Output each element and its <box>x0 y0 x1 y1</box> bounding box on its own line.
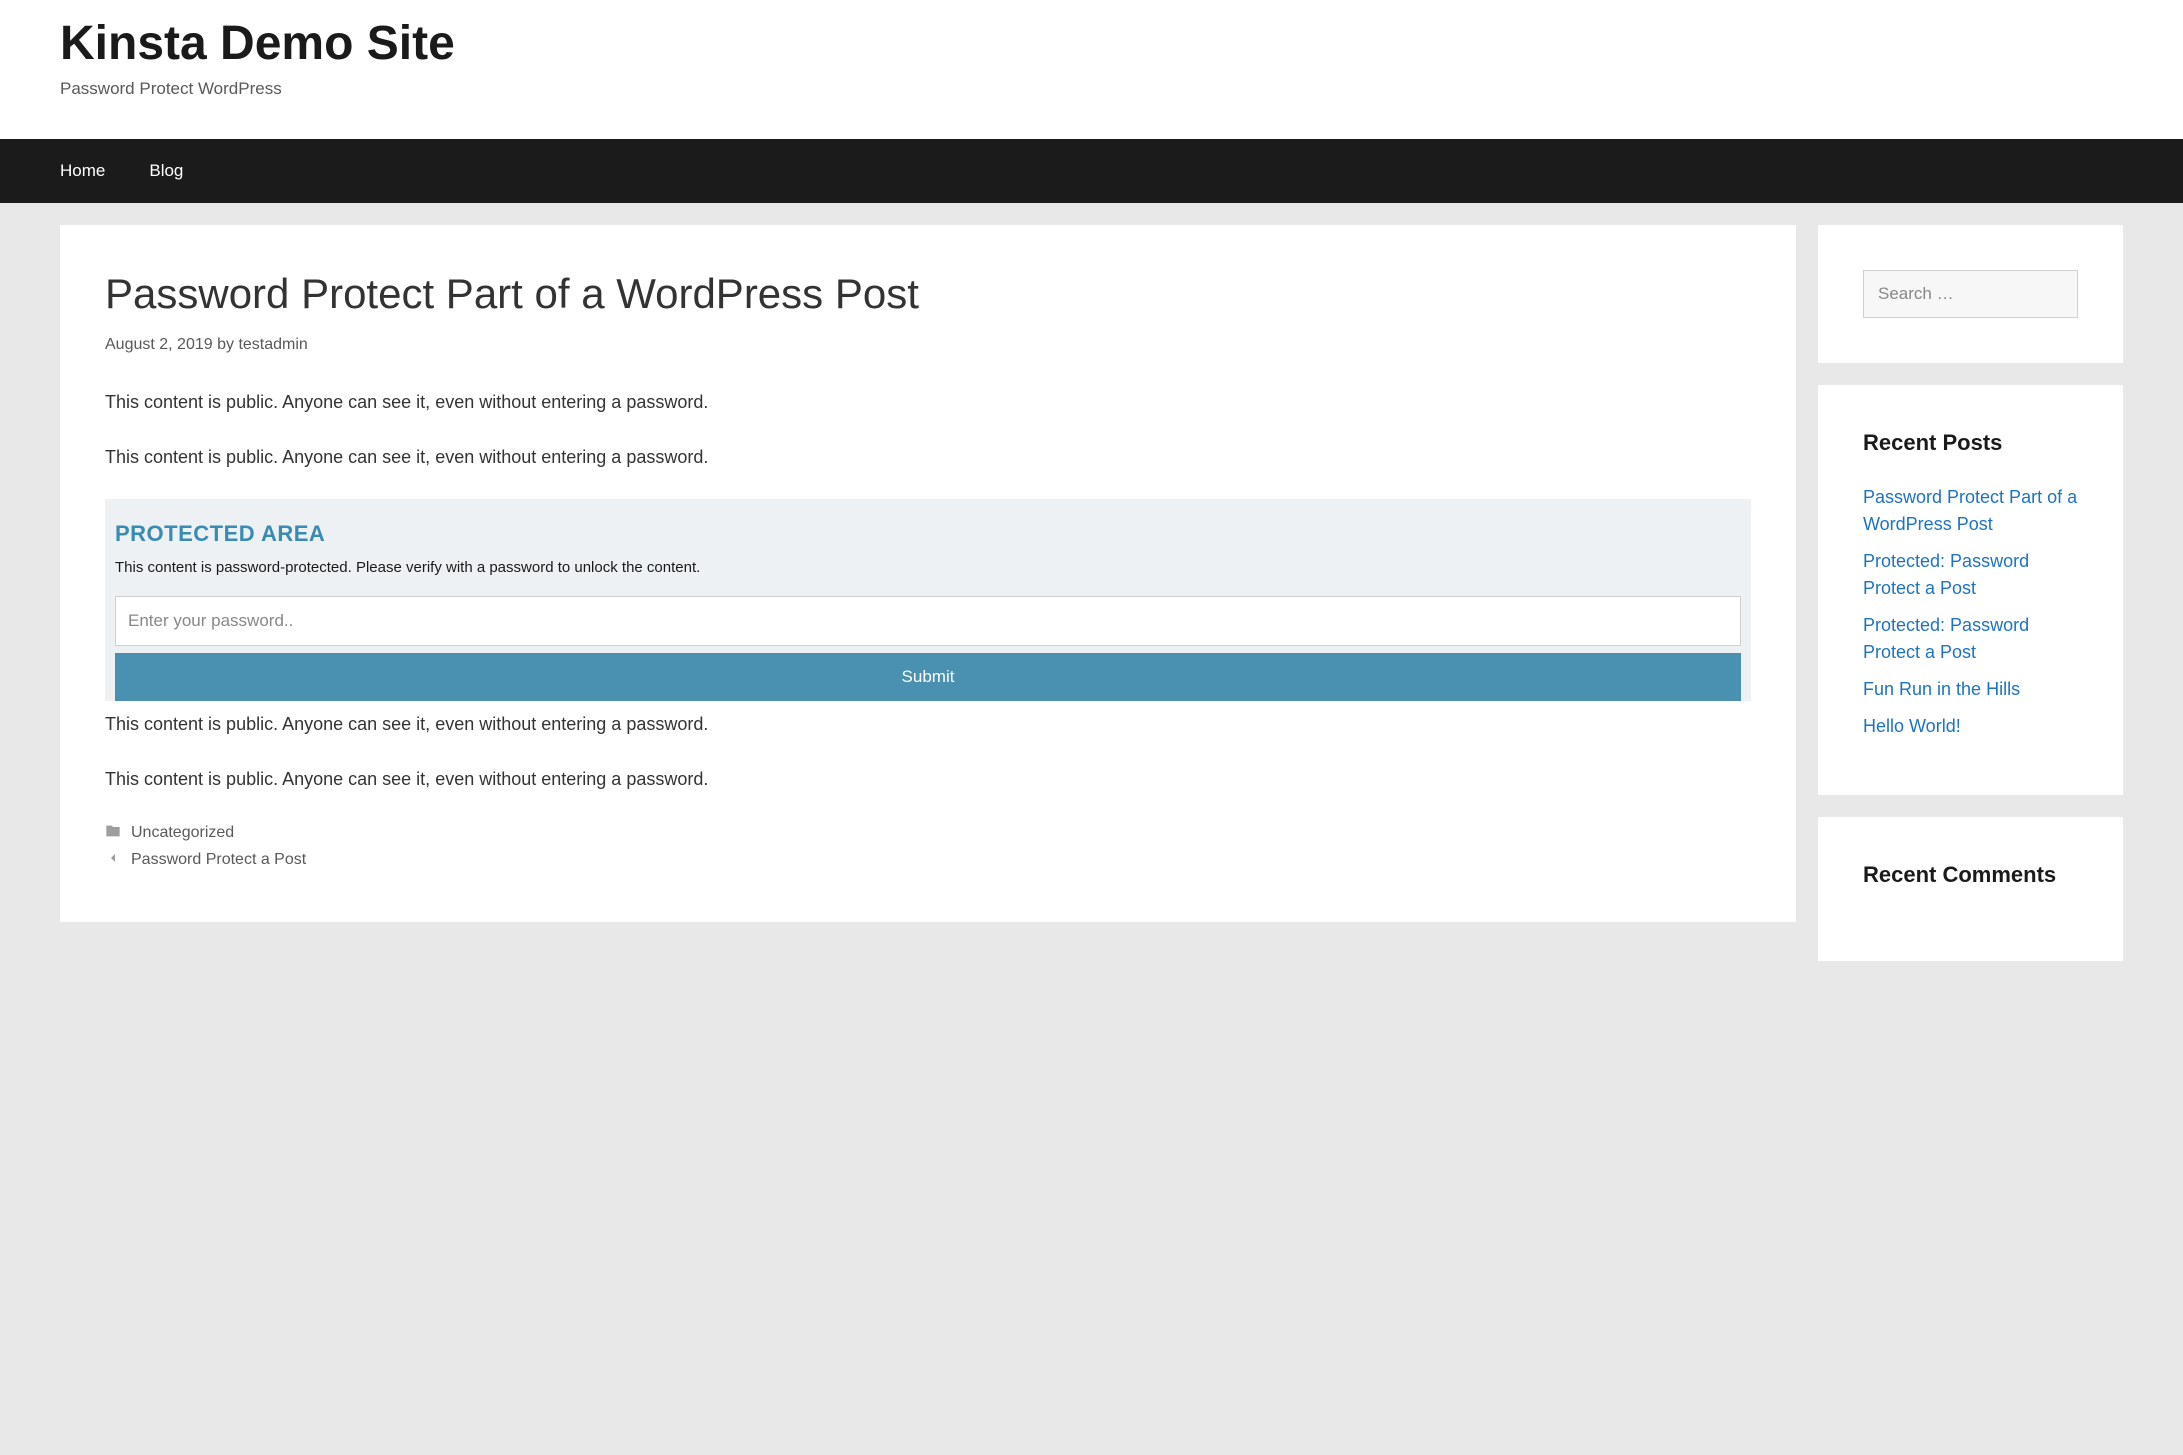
list-item: Protected: Password Protect a Post <box>1863 548 2078 602</box>
site-title[interactable]: Kinsta Demo Site <box>60 18 2123 71</box>
recent-post-link[interactable]: Password Protect Part of a WordPress Pos… <box>1863 487 2077 534</box>
post-paragraph: This content is public. Anyone can see i… <box>105 766 1751 793</box>
list-item: Hello World! <box>1863 713 2078 740</box>
sidebar: Recent Posts Password Protect Part of a … <box>1818 225 2123 961</box>
recent-posts-widget: Recent Posts Password Protect Part of a … <box>1818 385 2123 795</box>
previous-post-link[interactable]: Password Protect a Post <box>131 851 306 869</box>
list-item: Protected: Password Protect a Post <box>1863 612 2078 666</box>
search-widget <box>1818 225 2123 363</box>
protected-area-title: PROTECTED AREA <box>115 521 1741 547</box>
post-meta: August 2, 2019 by testadmin <box>105 336 1751 354</box>
widget-title: Recent Posts <box>1863 430 2078 456</box>
protected-area: PROTECTED AREA This content is password-… <box>105 499 1751 701</box>
password-input[interactable] <box>115 596 1741 646</box>
recent-post-link[interactable]: Protected: Password Protect a Post <box>1863 551 2029 598</box>
entry-footer: Uncategorized Password Protect a Post <box>105 823 1751 871</box>
site-header: Kinsta Demo Site Password Protect WordPr… <box>0 0 2183 139</box>
recent-post-link[interactable]: Hello World! <box>1863 716 1961 736</box>
recent-post-link[interactable]: Protected: Password Protect a Post <box>1863 615 2029 662</box>
category-link[interactable]: Uncategorized <box>131 824 234 842</box>
folder-icon <box>105 823 121 844</box>
post-title: Password Protect Part of a WordPress Pos… <box>105 270 1751 318</box>
main-content: Password Protect Part of a WordPress Pos… <box>60 225 1796 922</box>
post-paragraph: This content is public. Anyone can see i… <box>105 389 1751 416</box>
post-by-label: by <box>217 336 234 353</box>
list-item: Fun Run in the Hills <box>1863 676 2078 703</box>
primary-nav: Home Blog <box>0 139 2183 203</box>
chevron-left-icon <box>105 850 121 871</box>
protected-area-description: This content is password-protected. Plea… <box>115 559 1741 576</box>
post-author[interactable]: testadmin <box>238 336 307 353</box>
search-input[interactable] <box>1863 270 2078 318</box>
nav-item-blog[interactable]: Blog <box>149 161 183 180</box>
site-tagline: Password Protect WordPress <box>60 79 2123 99</box>
submit-button[interactable]: Submit <box>115 653 1741 701</box>
post-paragraph: This content is public. Anyone can see i… <box>105 444 1751 471</box>
post-date: August 2, 2019 <box>105 336 213 353</box>
recent-post-link[interactable]: Fun Run in the Hills <box>1863 679 2020 699</box>
nav-item-home[interactable]: Home <box>60 161 105 180</box>
recent-comments-widget: Recent Comments <box>1818 817 2123 961</box>
widget-title: Recent Comments <box>1863 862 2078 888</box>
post-paragraph: This content is public. Anyone can see i… <box>105 711 1751 738</box>
list-item: Password Protect Part of a WordPress Pos… <box>1863 484 2078 538</box>
